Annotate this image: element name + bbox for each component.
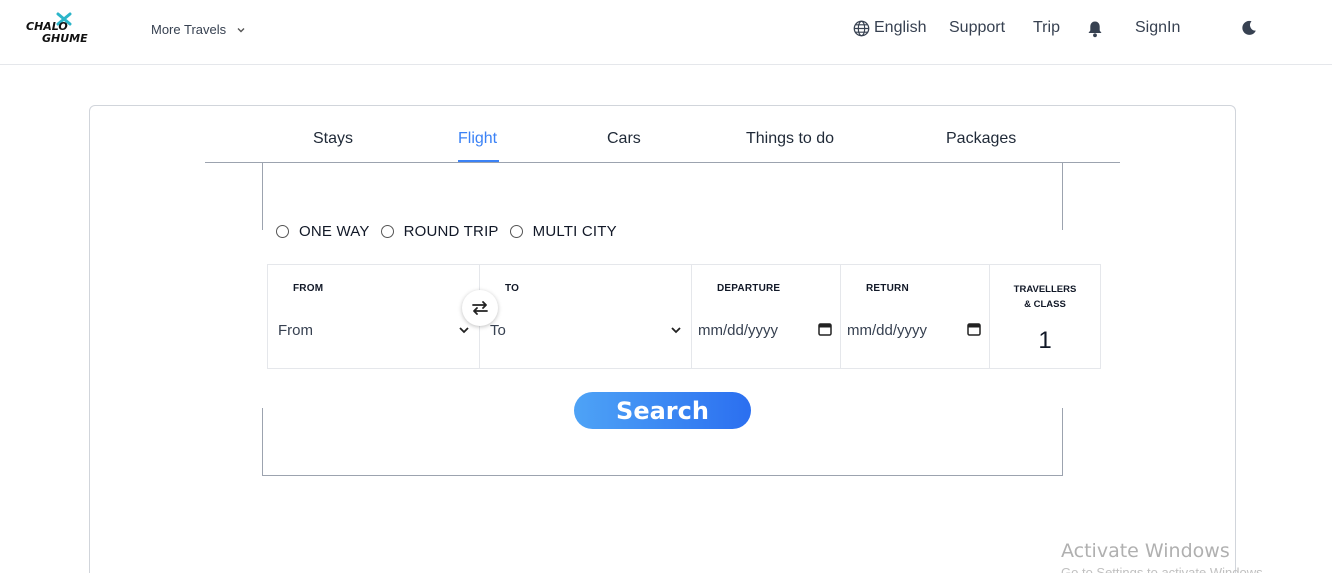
windows-activation-title: Activate Windows bbox=[1061, 540, 1230, 562]
search-button[interactable]: Search bbox=[574, 392, 751, 429]
more-travels-label: More Travels bbox=[151, 22, 227, 37]
signin-label: SignIn bbox=[1135, 19, 1181, 36]
windows-activation-subtitle: Go to Settings to activate Windows. bbox=[1061, 565, 1267, 573]
globe-icon bbox=[853, 20, 870, 36]
tab-stays[interactable]: Stays bbox=[313, 130, 353, 148]
chevron-down-icon bbox=[671, 327, 681, 334]
language-selector[interactable]: English bbox=[853, 19, 926, 37]
travellers-count[interactable]: 1 bbox=[990, 327, 1100, 355]
support-link[interactable]: Support bbox=[949, 19, 1005, 37]
from-select[interactable]: From bbox=[278, 322, 313, 339]
travellers-label-line2: & CLASS bbox=[1024, 299, 1066, 310]
dark-mode-toggle[interactable] bbox=[1241, 20, 1257, 36]
trip-type-selector: ONE WAY ROUND TRIP MULTI CITY bbox=[276, 223, 628, 240]
to-select[interactable]: To bbox=[490, 322, 506, 339]
signin-link[interactable]: SignIn bbox=[1135, 19, 1180, 37]
flight-search-form: FROM From TO To DEPARTURE mm/dd/yyyy RET… bbox=[267, 264, 1101, 369]
calendar-icon[interactable] bbox=[967, 322, 981, 336]
trip-type-one-way[interactable]: ONE WAY bbox=[276, 223, 370, 240]
travellers-class-field[interactable]: TRAVELLERS & CLASS 1 bbox=[990, 265, 1100, 368]
trip-label: Trip bbox=[1033, 19, 1060, 36]
trip-type-round-trip[interactable]: ROUND TRIP bbox=[380, 223, 499, 240]
tab-flight[interactable]: Flight bbox=[458, 130, 497, 148]
moon-icon bbox=[1242, 20, 1256, 35]
logo-graphic: CHALO GHUME bbox=[26, 12, 88, 45]
swap-icon bbox=[472, 301, 488, 315]
trip-type-multi-city[interactable]: MULTI CITY bbox=[509, 223, 617, 240]
return-date-input[interactable]: mm/dd/yyyy bbox=[847, 322, 927, 339]
radio-one-way[interactable] bbox=[276, 225, 289, 238]
from-field[interactable]: FROM From bbox=[268, 265, 480, 368]
logo[interactable]: CHALO GHUME bbox=[24, 10, 90, 48]
support-label: Support bbox=[949, 19, 1006, 36]
booking-tabs: Stays Flight Cars Things to do Packages bbox=[205, 126, 1120, 163]
departure-label: DEPARTURE bbox=[717, 283, 781, 294]
trip-link[interactable]: Trip bbox=[1033, 19, 1060, 37]
chevron-down-icon bbox=[237, 27, 245, 32]
calendar-icon[interactable] bbox=[818, 322, 832, 336]
departure-field[interactable]: DEPARTURE mm/dd/yyyy bbox=[692, 265, 841, 368]
to-field[interactable]: TO To bbox=[480, 265, 692, 368]
tab-things-to-do[interactable]: Things to do bbox=[746, 130, 834, 148]
language-label: English bbox=[874, 19, 927, 36]
bell-icon bbox=[1088, 21, 1102, 38]
from-label: FROM bbox=[293, 283, 324, 294]
radio-round-trip[interactable] bbox=[380, 225, 394, 238]
radio-multi-city[interactable] bbox=[509, 225, 523, 238]
tab-packages[interactable]: Packages bbox=[946, 130, 1016, 148]
top-navbar: CHALO GHUME More Travels English Support… bbox=[0, 0, 1332, 65]
more-travels-dropdown[interactable]: More Travels bbox=[151, 22, 246, 37]
travellers-label: TRAVELLERS & CLASS bbox=[990, 282, 1100, 312]
tab-cars[interactable]: Cars bbox=[607, 130, 641, 148]
trip-type-label: ROUND TRIP bbox=[403, 223, 499, 240]
trip-type-label: MULTI CITY bbox=[532, 223, 617, 240]
to-label: TO bbox=[505, 283, 520, 294]
travellers-label-line1: TRAVELLERS bbox=[1013, 284, 1077, 295]
departure-date-input[interactable]: mm/dd/yyyy bbox=[698, 322, 778, 339]
active-tab-indicator bbox=[458, 160, 499, 162]
trip-type-label: ONE WAY bbox=[299, 223, 370, 240]
return-field[interactable]: RETURN mm/dd/yyyy bbox=[841, 265, 990, 368]
swap-locations-button[interactable] bbox=[462, 290, 498, 326]
notifications-button[interactable] bbox=[1087, 20, 1103, 38]
chevron-down-icon bbox=[459, 327, 469, 334]
logo-text-bottom: GHUME bbox=[42, 32, 88, 45]
return-label: RETURN bbox=[866, 283, 909, 294]
